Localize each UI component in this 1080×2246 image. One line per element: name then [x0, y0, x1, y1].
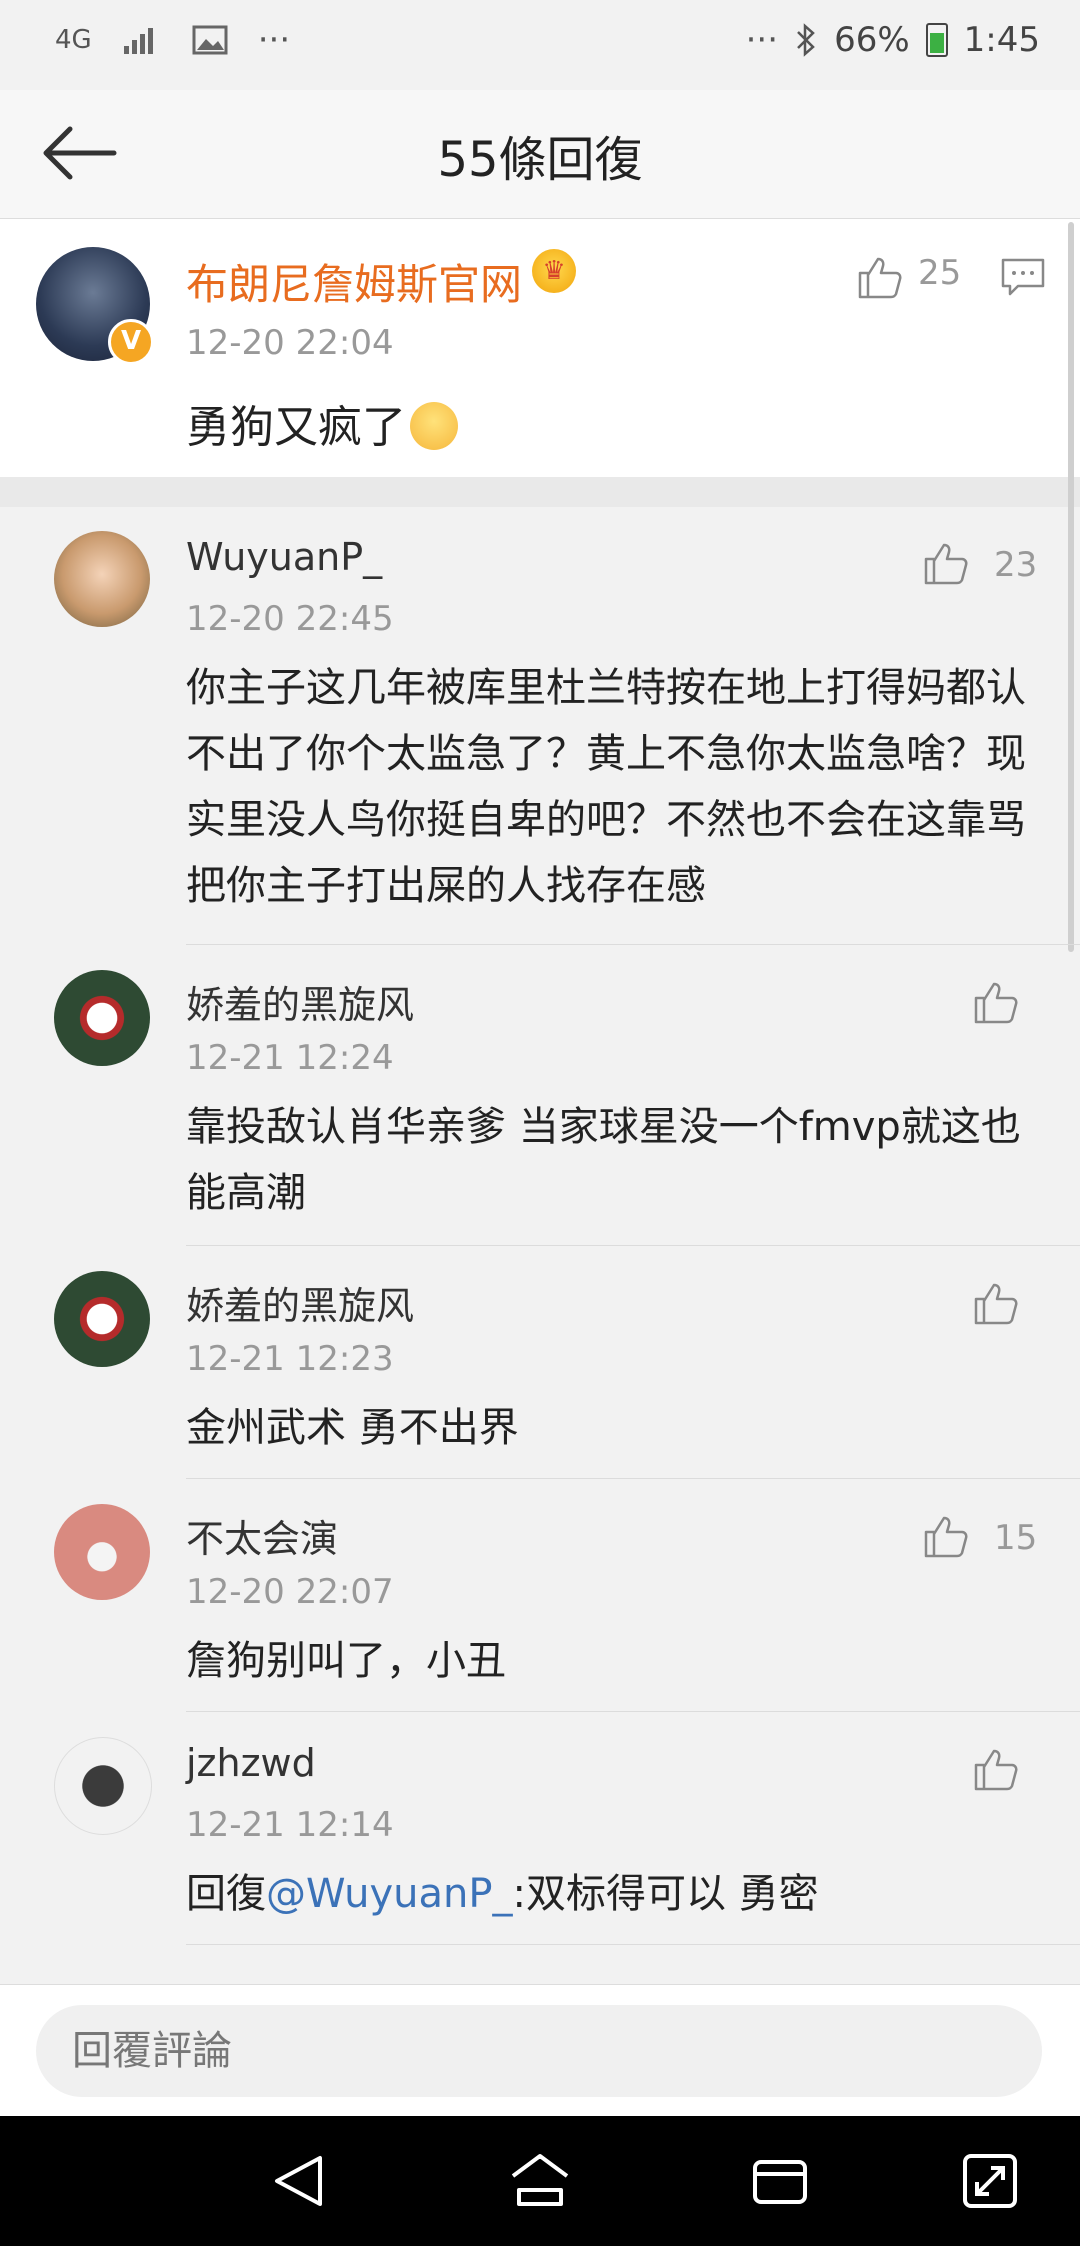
navigation-bar — [0, 2116, 1080, 2246]
like-count: 25 — [918, 253, 962, 293]
reply-input-bar — [0, 1984, 1080, 2117]
smile-emoji-icon — [410, 402, 458, 450]
nav-back-icon[interactable] — [265, 2146, 335, 2216]
post-author[interactable]: 布朗尼詹姆斯官网 — [186, 251, 522, 312]
status-left: 4G ··· — [55, 20, 290, 60]
network-label: 4G — [55, 25, 92, 55]
reply-prefix: 回復 — [186, 1871, 266, 1917]
header: 55條回復 — [0, 90, 1080, 219]
signal-icon — [123, 28, 153, 54]
avatar[interactable] — [54, 1737, 152, 1835]
mention-link[interactable]: @WuyuanP_ — [266, 1871, 512, 1917]
battery-icon — [925, 23, 948, 57]
reply-item: 娇羞的黑旋风 12-21 12:24 靠投敌认肖华亲爹 当家球星没一个fmvp就… — [0, 946, 1080, 1246]
reply-time: 12-20 22:07 — [186, 1572, 394, 1612]
reply-text: 金州武术 勇不出界 — [186, 1405, 519, 1451]
reply-time: 12-21 12:14 — [186, 1805, 394, 1845]
status-right: ··· 66% 1:45 — [746, 20, 1040, 60]
reply-item: 娇羞的黑旋风 12-21 12:23 金州武术 勇不出界 — [0, 1247, 1080, 1479]
image-icon — [192, 25, 228, 55]
thumbs-up-icon[interactable] — [922, 1512, 970, 1560]
thumbs-up-icon[interactable] — [972, 1745, 1020, 1793]
reply-input[interactable] — [36, 2005, 1042, 2097]
reply-suffix: :双标得可以 勇密 — [512, 1871, 819, 1917]
reply-text: 詹狗别叫了，小丑 — [186, 1638, 506, 1684]
reply-item: jzhzwd 12-21 12:14 回復@WuyuanP_:双标得可以 勇密 — [0, 1713, 1080, 1945]
reply-time: 12-21 12:24 — [186, 1038, 394, 1078]
thumbs-up-icon[interactable] — [922, 539, 970, 587]
bluetooth-icon — [797, 23, 815, 57]
post-time: 12-20 22:04 — [186, 323, 394, 363]
reply-item: WuyuanP_ 12-20 22:45 你主子这几年被库里杜兰特按在地上打得妈… — [0, 507, 1080, 945]
reply-divider — [186, 944, 1080, 945]
main-post: V 布朗尼詹姆斯官网 ♛ 12-20 22:04 勇狗又疯了 25 — [0, 219, 1080, 477]
verified-badge-icon: V — [108, 319, 154, 365]
reply-divider — [186, 1944, 1080, 1945]
more-indicator: ··· — [257, 20, 291, 60]
post-text: 勇狗又疯了 — [186, 391, 458, 455]
avatar[interactable] — [54, 970, 150, 1066]
clock: 1:45 — [963, 20, 1040, 60]
reply-time: 12-21 12:23 — [186, 1339, 394, 1379]
nav-recents-icon[interactable] — [745, 2146, 815, 2216]
reply-divider — [186, 1245, 1080, 1246]
thumbs-up-icon[interactable] — [972, 978, 1020, 1026]
reply-text: 你主子这几年被库里杜兰特按在地上打得妈都认不出了你个太监急了？黄上不急你太监急啥… — [186, 665, 1026, 909]
reply-text: 回復@WuyuanP_:双标得可以 勇密 — [186, 1861, 1036, 1927]
post-text-content: 勇狗又疯了 — [186, 402, 406, 453]
vip-crown-icon: ♛ — [532, 249, 576, 293]
like-count: 15 — [994, 1518, 1038, 1558]
avatar[interactable] — [54, 1271, 150, 1367]
reply-divider — [186, 1711, 1080, 1712]
battery-percent: 66% — [834, 20, 910, 60]
reply-author[interactable]: jzhzwd — [186, 1741, 316, 1785]
reply-author[interactable]: 不太会演 — [186, 1508, 338, 1563]
reply-divider — [186, 1478, 1080, 1479]
thumbs-up-icon[interactable] — [972, 1279, 1020, 1327]
comment-icon[interactable] — [1000, 257, 1046, 297]
more-indicator-right: ··· — [745, 20, 779, 60]
status-bar: 4G ··· ··· 66% 1:45 — [0, 0, 1080, 90]
reply-author[interactable]: 娇羞的黑旋风 — [186, 974, 414, 1029]
nav-home-icon[interactable] — [505, 2146, 575, 2216]
reply-author[interactable]: 娇羞的黑旋风 — [186, 1275, 414, 1330]
like-count: 23 — [994, 545, 1038, 585]
avatar[interactable] — [54, 531, 150, 627]
avatar[interactable] — [54, 1504, 150, 1600]
section-divider — [0, 477, 1080, 507]
page-title: 55條回復 — [437, 132, 643, 188]
nav-expand-icon[interactable] — [955, 2146, 1025, 2216]
thumbs-up-icon[interactable] — [856, 253, 904, 301]
reply-item: 不太会演 12-20 22:07 詹狗别叫了，小丑 15 — [0, 1480, 1080, 1712]
reply-author[interactable]: WuyuanP_ — [186, 535, 382, 579]
reply-time: 12-20 22:45 — [186, 599, 394, 639]
reply-text: 靠投敌认肖华亲爹 当家球星没一个fmvp就这也能高潮 — [186, 1104, 1021, 1216]
